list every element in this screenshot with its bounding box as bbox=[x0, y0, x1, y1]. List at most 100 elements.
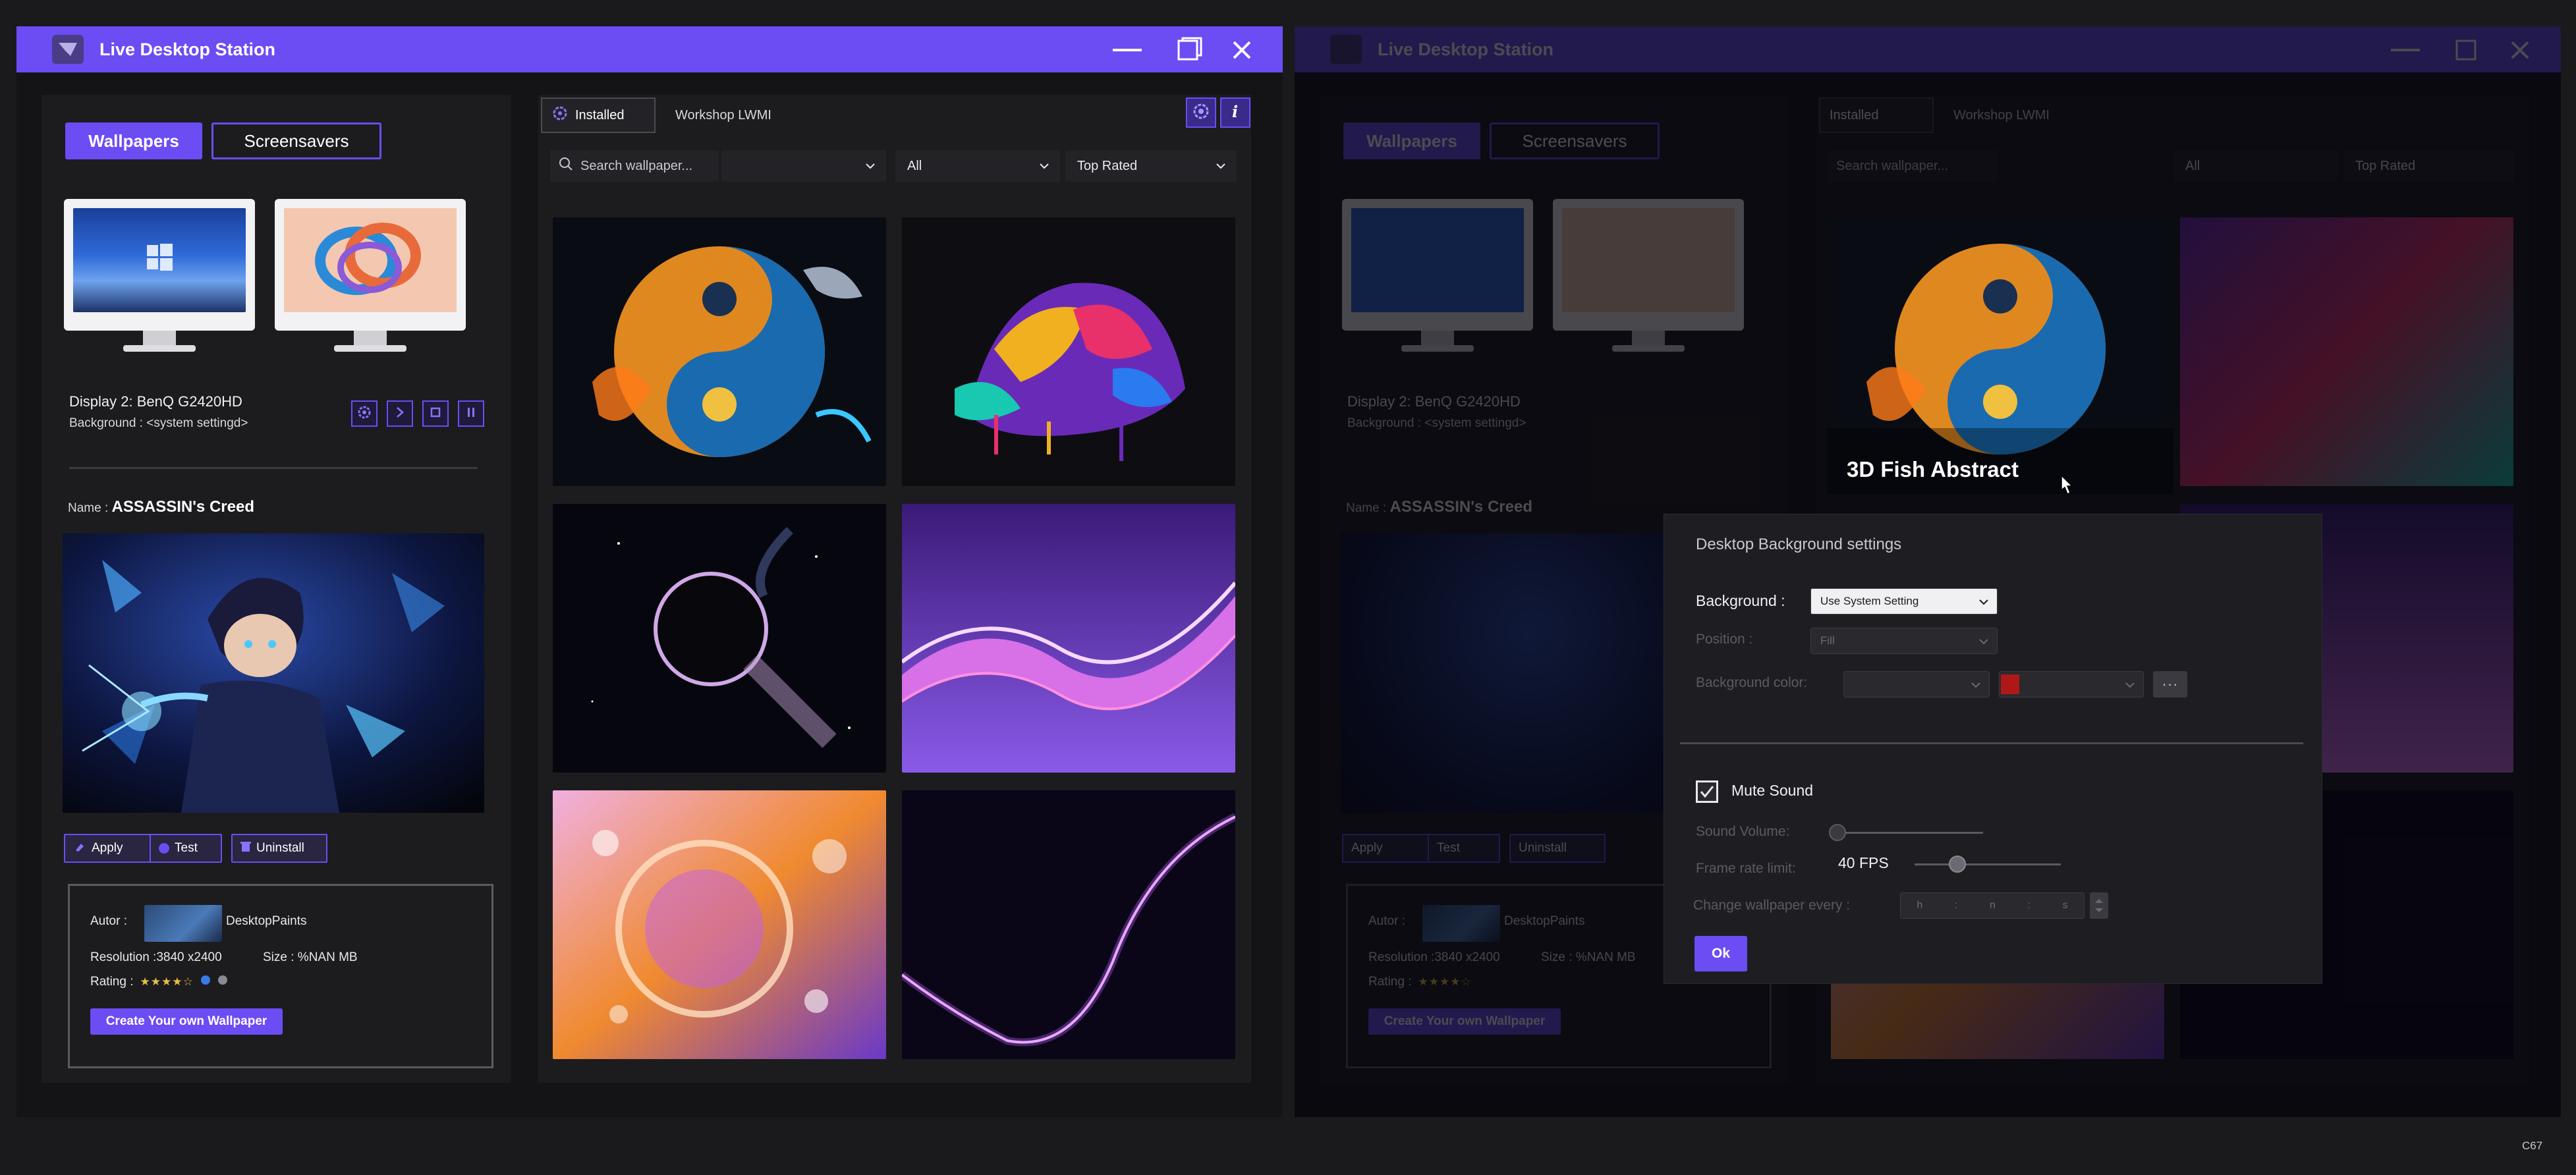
mute-sound-checkbox[interactable] bbox=[1696, 780, 1718, 803]
chevron-down-icon bbox=[1977, 595, 1990, 612]
test-button[interactable]: Test bbox=[150, 834, 222, 863]
gear-icon bbox=[1192, 102, 1210, 124]
background-select[interactable]: Use System Setting bbox=[1810, 588, 1998, 615]
change-wallpaper-label: Change wallpaper every : bbox=[1693, 898, 1851, 913]
divider bbox=[1680, 742, 2303, 744]
background-color-select[interactable] bbox=[1843, 671, 1990, 697]
wallpaper-tile[interactable] bbox=[553, 217, 886, 486]
minimize-button[interactable] bbox=[1113, 36, 1142, 65]
author-name: DesktopPaints bbox=[226, 914, 307, 928]
create-wallpaper-button[interactable]: Create Your own Wallpaper bbox=[90, 1008, 283, 1035]
background-label: Background : bbox=[1696, 592, 1785, 609]
volume-slider-track[interactable] bbox=[1837, 832, 1983, 834]
screensavers-tab[interactable]: Screensavers bbox=[211, 123, 381, 159]
stop-button[interactable] bbox=[422, 400, 449, 427]
resolution-text: Resolution :3840 x2400 bbox=[90, 950, 222, 964]
position-label: Position : bbox=[1696, 632, 1753, 647]
footer-code: C67 bbox=[2522, 1139, 2543, 1152]
tab-installed[interactable]: Installed bbox=[541, 97, 656, 133]
wallpaper-preview bbox=[63, 533, 484, 813]
framerate-slider-handle[interactable] bbox=[1949, 856, 1966, 873]
name-label: Name : bbox=[68, 501, 112, 515]
author-thumbnail bbox=[144, 905, 222, 942]
wallpaper-tile[interactable] bbox=[902, 504, 1235, 773]
uninstall-button[interactable]: Uninstall bbox=[231, 834, 327, 863]
rating-row: Rating : ★★★★☆ bbox=[90, 975, 228, 989]
filter-dropdown[interactable]: All bbox=[895, 150, 1060, 182]
app-logo-icon bbox=[52, 35, 84, 64]
search-input[interactable]: Search wallpaper... bbox=[550, 150, 719, 182]
background-color-picker[interactable] bbox=[1999, 671, 2144, 697]
ok-button[interactable]: Ok bbox=[1694, 936, 1747, 971]
info-button[interactable]: i bbox=[1220, 97, 1250, 128]
chevron-down-icon bbox=[1038, 159, 1051, 177]
next-button[interactable] bbox=[387, 400, 413, 427]
main-window: Live Desktop Station Wallpapers Screensa… bbox=[16, 26, 1283, 1117]
chevron-down-icon bbox=[1977, 635, 1990, 651]
title-bar[interactable]: Live Desktop Station bbox=[16, 26, 1283, 72]
gear-icon bbox=[356, 404, 372, 424]
sort-dropdown[interactable]: Top Rated bbox=[1065, 150, 1237, 182]
chevron-down-icon bbox=[1214, 159, 1227, 177]
background-settings-dialog: Desktop Background settings Background :… bbox=[1664, 514, 2322, 984]
wallpaper-tile[interactable] bbox=[902, 217, 1235, 486]
autor-label: Autor : bbox=[90, 914, 127, 928]
close-button[interactable] bbox=[1227, 36, 1256, 65]
display-1-monitor[interactable] bbox=[64, 199, 255, 357]
frame-rate-label: Frame rate limit: bbox=[1696, 861, 1796, 876]
info-icon: i bbox=[1226, 102, 1245, 124]
trash-icon bbox=[240, 840, 251, 856]
mute-sound-label: Mute Sound bbox=[1731, 782, 1814, 799]
wallpapers-tab[interactable]: Wallpapers bbox=[65, 123, 202, 159]
dialog-title: Desktop Background settings bbox=[1696, 535, 1902, 553]
background-color-label: Background color: bbox=[1696, 675, 1808, 690]
rating-label: Rating : bbox=[90, 975, 134, 989]
globe-icon bbox=[217, 975, 228, 989]
maximize-button[interactable] bbox=[1175, 36, 1204, 65]
display-background-text: Background : <system settingd> bbox=[69, 416, 248, 430]
more-options-button[interactable]: ··· bbox=[2153, 671, 2187, 697]
display-2-monitor[interactable] bbox=[275, 199, 466, 357]
chevron-down-icon bbox=[2123, 678, 2137, 695]
display-settings-button[interactable] bbox=[351, 400, 378, 427]
wallpaper-tile[interactable] bbox=[902, 790, 1235, 1059]
display-1-preview bbox=[73, 208, 246, 312]
hovered-wallpaper-title: 3D Fish Abstract bbox=[1847, 457, 2019, 481]
chevron-down-icon bbox=[1969, 678, 1982, 695]
checkmark-icon bbox=[1698, 786, 1716, 804]
gallery-settings-button[interactable] bbox=[1186, 97, 1216, 128]
fps-value: 40 FPS bbox=[1838, 854, 1889, 871]
wallpaper-name: ASSASSIN's Creed bbox=[111, 498, 254, 516]
framerate-slider-track[interactable] bbox=[1915, 863, 2061, 865]
chevron-down-icon bbox=[864, 159, 877, 177]
sound-volume-label: Sound Volume: bbox=[1696, 824, 1790, 839]
mouse-cursor-icon bbox=[2058, 474, 2077, 501]
info-icon bbox=[200, 975, 211, 989]
rating-stars-icon: ★★★★☆ bbox=[140, 975, 194, 988]
wallpaper-tile[interactable] bbox=[553, 504, 886, 773]
svg-text:i: i bbox=[1232, 102, 1238, 121]
pause-button[interactable] bbox=[458, 400, 484, 427]
apply-button[interactable]: Apply bbox=[64, 834, 156, 863]
chevron-right-icon bbox=[393, 406, 406, 422]
display-name: Display 2: BenQ G2420HD bbox=[69, 393, 242, 410]
category-dropdown[interactable] bbox=[721, 150, 886, 182]
change-interval-input[interactable]: h: n: s bbox=[1900, 892, 2085, 919]
ellipsis-icon: ··· bbox=[2162, 676, 2179, 692]
gear-icon bbox=[551, 105, 569, 126]
stop-icon bbox=[429, 406, 442, 422]
search-icon bbox=[558, 156, 574, 176]
position-select[interactable]: Fill bbox=[1810, 628, 1998, 654]
color-swatch bbox=[2001, 674, 2019, 694]
hovered-wallpaper-tile[interactable]: 3D Fish Abstract bbox=[1827, 217, 2173, 494]
tab-workshop[interactable]: Workshop LWMI bbox=[665, 97, 797, 133]
app-title: Live Desktop Station bbox=[99, 40, 276, 59]
display-2-preview bbox=[284, 208, 457, 312]
interval-spinner[interactable] bbox=[2090, 892, 2108, 919]
brush-icon bbox=[73, 840, 86, 857]
volume-slider-handle[interactable] bbox=[1829, 824, 1846, 841]
size-text: Size : %NAN MB bbox=[263, 950, 358, 964]
wallpaper-tile[interactable] bbox=[553, 790, 886, 1059]
settings-window: Live Desktop Station Wallpapers Screensa… bbox=[1295, 26, 2561, 1117]
divider bbox=[69, 467, 478, 469]
